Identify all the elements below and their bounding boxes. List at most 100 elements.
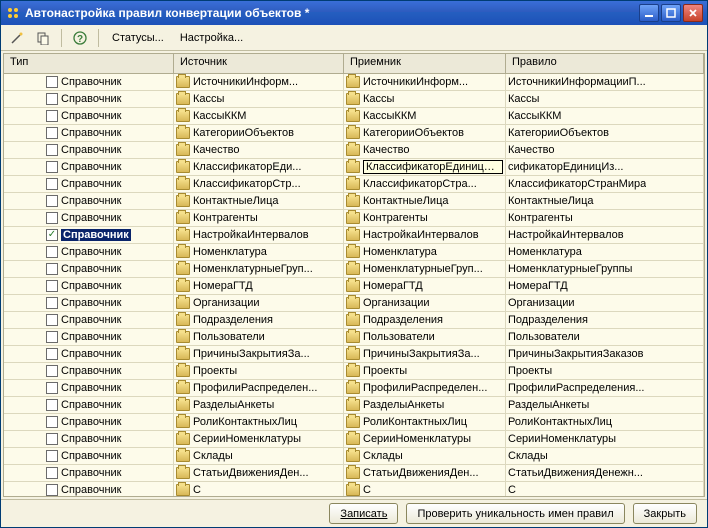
cell-source[interactable]: НомераГТД: [174, 278, 344, 295]
check-uniqueness-button[interactable]: Проверить уникальность имен правил: [406, 503, 624, 524]
cell-type[interactable]: Справочник: [4, 91, 174, 108]
cell-type[interactable]: Справочник: [4, 431, 174, 448]
cell-type[interactable]: Справочник: [4, 295, 174, 312]
table-row[interactable]: СправочникКлассификаторСтр...Классификат…: [4, 176, 704, 193]
row-checkbox[interactable]: [46, 484, 58, 496]
cell-source[interactable]: СтатьиДвиженияДен...: [174, 465, 344, 482]
cell-type[interactable]: Справочник: [4, 482, 174, 496]
table-row[interactable]: СправочникКачествоКачествоКачество: [4, 142, 704, 159]
cell-type[interactable]: Справочник: [4, 244, 174, 261]
cell-type[interactable]: Справочник: [4, 465, 174, 482]
cell-source[interactable]: Контрагенты: [174, 210, 344, 227]
cell-source[interactable]: Пользователи: [174, 329, 344, 346]
row-checkbox[interactable]: [46, 93, 58, 105]
cell-rule[interactable]: С: [506, 482, 704, 496]
cell-source[interactable]: Проекты: [174, 363, 344, 380]
table-row[interactable]: СправочникССС: [4, 482, 704, 496]
table-row[interactable]: СправочникПодразделенияПодразделенияПодр…: [4, 312, 704, 329]
cell-rule[interactable]: Пользователи: [506, 329, 704, 346]
column-header-type[interactable]: Тип: [4, 54, 174, 73]
cell-type[interactable]: Справочник: [4, 210, 174, 227]
cell-receiver[interactable]: Подразделения: [344, 312, 506, 329]
table-row[interactable]: СправочникКонтактныеЛицаКонтактныеЛицаКо…: [4, 193, 704, 210]
row-checkbox[interactable]: [46, 178, 58, 190]
row-checkbox[interactable]: [46, 263, 58, 275]
cell-source[interactable]: КлассификаторСтр...: [174, 176, 344, 193]
cell-source[interactable]: ПричиныЗакрытияЗа...: [174, 346, 344, 363]
cell-rule[interactable]: СтатьиДвиженияДенежн...: [506, 465, 704, 482]
cell-receiver[interactable]: Склады: [344, 448, 506, 465]
help-button[interactable]: ?: [68, 27, 92, 49]
row-checkbox[interactable]: [46, 280, 58, 292]
cell-type[interactable]: Справочник: [4, 346, 174, 363]
cell-type[interactable]: Справочник: [4, 397, 174, 414]
row-checkbox[interactable]: [46, 399, 58, 411]
grid-body[interactable]: СправочникИсточникиИнформ...ИсточникиИнф…: [4, 74, 704, 496]
wand-button[interactable]: [5, 27, 29, 49]
cell-receiver[interactable]: Кассы: [344, 91, 506, 108]
cell-rule[interactable]: РолиКонтактныхЛиц: [506, 414, 704, 431]
cell-rule[interactable]: НастройкаИнтервалов: [506, 227, 704, 244]
settings-button[interactable]: Настройка...: [173, 27, 250, 49]
cell-rule[interactable]: КассыККМ: [506, 108, 704, 125]
cell-source[interactable]: КатегорииОбъектов: [174, 125, 344, 142]
table-row[interactable]: СправочникПользователиПользователиПользо…: [4, 329, 704, 346]
cell-source[interactable]: С: [174, 482, 344, 496]
row-checkbox[interactable]: [46, 331, 58, 343]
cell-receiver[interactable]: С: [344, 482, 506, 496]
cell-receiver[interactable]: Качество: [344, 142, 506, 159]
close-footer-button[interactable]: Закрыть: [633, 503, 697, 524]
row-checkbox[interactable]: [46, 161, 58, 173]
cell-source[interactable]: Склады: [174, 448, 344, 465]
minimize-button[interactable]: [639, 4, 659, 22]
cell-rule[interactable]: КлассификаторСтранМира: [506, 176, 704, 193]
table-row[interactable]: СправочникСкладыСкладыСклады: [4, 448, 704, 465]
close-button[interactable]: [683, 4, 703, 22]
cell-type[interactable]: Справочник: [4, 74, 174, 91]
cell-rule[interactable]: РазделыАнкеты: [506, 397, 704, 414]
cell-type[interactable]: Справочник: [4, 363, 174, 380]
cell-type[interactable]: Справочник: [4, 125, 174, 142]
cell-receiver[interactable]: КонтактныеЛица: [344, 193, 506, 210]
copy-button[interactable]: [31, 27, 55, 49]
row-checkbox[interactable]: [46, 110, 58, 122]
cell-receiver[interactable]: КлассификаторСтра...: [344, 176, 506, 193]
table-row[interactable]: СправочникРолиКонтактныхЛицРолиКонтактны…: [4, 414, 704, 431]
cell-source[interactable]: КонтактныеЛица: [174, 193, 344, 210]
cell-source[interactable]: Организации: [174, 295, 344, 312]
table-row[interactable]: СправочникПроектыПроектыПроекты: [4, 363, 704, 380]
cell-receiver[interactable]: КлассификаторЕдиницИзмерения: [344, 159, 506, 176]
row-checkbox[interactable]: [46, 382, 58, 394]
column-header-receiver[interactable]: Приемник: [344, 54, 506, 73]
cell-source[interactable]: ПрофилиРаспределен...: [174, 380, 344, 397]
row-checkbox[interactable]: [46, 416, 58, 428]
cell-receiver[interactable]: Организации: [344, 295, 506, 312]
cell-type[interactable]: Справочник: [4, 414, 174, 431]
column-header-source[interactable]: Источник: [174, 54, 344, 73]
cell-receiver[interactable]: СерииНоменклатуры: [344, 431, 506, 448]
table-row[interactable]: СправочникКонтрагентыКонтрагентыКонтраге…: [4, 210, 704, 227]
cell-rule[interactable]: сификаторЕдиницИз...: [506, 159, 704, 176]
cell-receiver[interactable]: ПрофилиРаспределен...: [344, 380, 506, 397]
cell-rule[interactable]: Подразделения: [506, 312, 704, 329]
cell-type[interactable]: Справочник: [4, 159, 174, 176]
statuses-button[interactable]: Статусы...: [105, 27, 171, 49]
cell-type[interactable]: Справочник: [4, 176, 174, 193]
cell-rule[interactable]: Склады: [506, 448, 704, 465]
save-button[interactable]: Записать: [329, 503, 398, 524]
cell-rule[interactable]: ПричиныЗакрытияЗаказов: [506, 346, 704, 363]
table-row[interactable]: СправочникСерииНоменклатурыСерииНоменкла…: [4, 431, 704, 448]
cell-source[interactable]: КлассификаторЕди...: [174, 159, 344, 176]
cell-receiver[interactable]: КассыККМ: [344, 108, 506, 125]
cell-rule[interactable]: КонтактныеЛица: [506, 193, 704, 210]
cell-receiver[interactable]: НоменклатурныеГруп...: [344, 261, 506, 278]
cell-type[interactable]: Справочник: [4, 261, 174, 278]
cell-rule[interactable]: Организации: [506, 295, 704, 312]
row-checkbox[interactable]: [46, 195, 58, 207]
cell-type[interactable]: Справочник: [4, 329, 174, 346]
cell-rule[interactable]: Качество: [506, 142, 704, 159]
row-checkbox[interactable]: [46, 433, 58, 445]
table-row[interactable]: СправочникНомераГТДНомераГТДНомераГТД: [4, 278, 704, 295]
table-row[interactable]: СправочникПричиныЗакрытияЗа... ПричиныЗак…: [4, 346, 704, 363]
cell-type[interactable]: Справочник: [4, 380, 174, 397]
